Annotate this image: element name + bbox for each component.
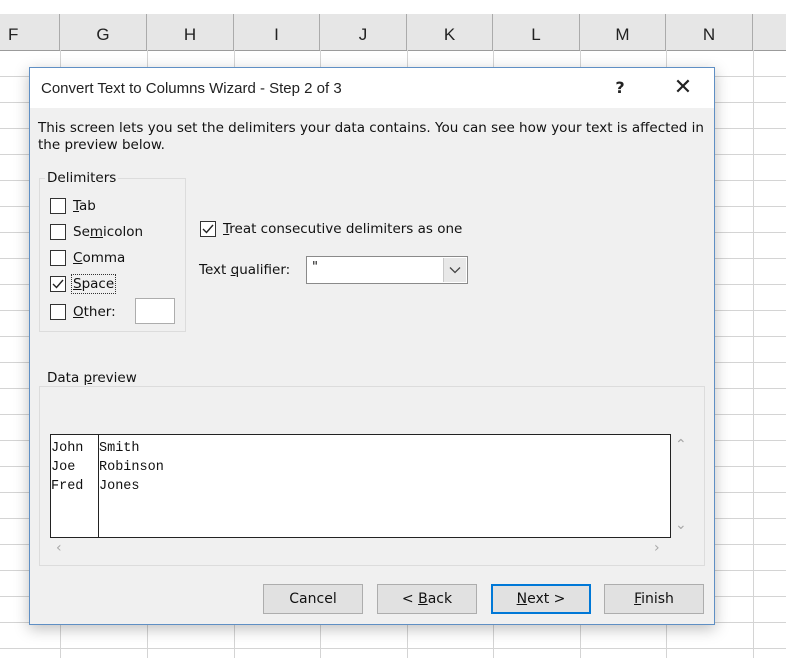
- preview-cell: Smith: [99, 441, 140, 456]
- preview-cell: Jones: [99, 479, 140, 494]
- preview-horizontal-scrollbar[interactable]: ‹ ›: [50, 538, 671, 558]
- back-button[interactable]: < Back: [377, 584, 477, 614]
- other-checkbox-label: Other:: [73, 304, 116, 320]
- tab-checkbox[interactable]: [50, 198, 66, 214]
- column-header-n[interactable]: N: [666, 14, 753, 50]
- consecutive-checkbox-label: Treat consecutive delimiters as one: [223, 221, 463, 237]
- column-header-j[interactable]: J: [320, 14, 407, 50]
- text-qualifier-value: ": [312, 260, 318, 275]
- next-button[interactable]: Next >: [491, 584, 591, 614]
- close-icon: ✕: [673, 75, 693, 100]
- column-header-l[interactable]: L: [493, 14, 580, 50]
- data-preview-label: Data preview: [45, 370, 139, 386]
- checkmark-icon: [52, 279, 64, 289]
- data-preview-table[interactable]: John Smith Joe Robinson Fred Jones: [50, 434, 671, 538]
- scroll-up-icon[interactable]: ⌃: [675, 438, 687, 452]
- dialog-title-bar[interactable]: Convert Text to Columns Wizard - Step 2 …: [30, 68, 714, 108]
- preview-cell: Joe: [51, 460, 76, 475]
- column-header-g[interactable]: G: [60, 14, 147, 50]
- tab-checkbox-label: Tab: [73, 198, 96, 214]
- preview-cell: Robinson: [99, 460, 164, 475]
- text-qualifier-dropdown-button[interactable]: [443, 258, 466, 282]
- delimiters-group-label: Delimiters: [45, 170, 119, 186]
- other-delimiter-input[interactable]: [135, 298, 175, 324]
- column-header-k[interactable]: K: [407, 14, 493, 50]
- grid-line: [0, 648, 786, 649]
- space-checkbox[interactable]: [50, 276, 66, 292]
- checkmark-icon: [202, 224, 214, 234]
- semicolon-checkbox-label: Semicolon: [73, 224, 144, 240]
- scroll-right-icon[interactable]: ›: [654, 541, 660, 555]
- other-checkbox[interactable]: [50, 304, 66, 320]
- dialog-description: This screen lets you set the delimiters …: [38, 120, 704, 153]
- column-header-f[interactable]: F: [0, 14, 60, 50]
- text-qualifier-select[interactable]: ": [306, 256, 468, 284]
- column-header-m[interactable]: M: [580, 14, 666, 50]
- help-button[interactable]: ?: [605, 74, 635, 102]
- comma-checkbox[interactable]: [50, 250, 66, 266]
- column-header-i[interactable]: I: [234, 14, 320, 50]
- text-qualifier-label: Text qualifier:: [199, 262, 291, 278]
- column-header-row: F G H I J K L M N: [0, 14, 786, 51]
- text-to-columns-dialog: Convert Text to Columns Wizard - Step 2 …: [29, 67, 715, 625]
- preview-vertical-scrollbar[interactable]: ⌃ ⌄: [671, 434, 691, 538]
- column-header-h[interactable]: H: [147, 14, 234, 50]
- finish-button[interactable]: Finish: [604, 584, 704, 614]
- comma-checkbox-label: Comma: [73, 250, 126, 266]
- close-button[interactable]: ✕: [662, 74, 704, 102]
- semicolon-checkbox[interactable]: [50, 224, 66, 240]
- cancel-button[interactable]: Cancel: [263, 584, 363, 614]
- preview-cell: John: [51, 441, 84, 456]
- scroll-left-icon[interactable]: ‹: [56, 541, 62, 555]
- preview-cell: Fred: [51, 479, 84, 494]
- grid-line: [753, 50, 754, 658]
- scroll-down-icon[interactable]: ⌄: [675, 518, 687, 532]
- dialog-title: Convert Text to Columns Wizard - Step 2 …: [41, 80, 342, 97]
- chevron-down-icon: [449, 267, 461, 274]
- consecutive-checkbox[interactable]: [200, 221, 216, 237]
- space-checkbox-label: Space: [70, 274, 117, 294]
